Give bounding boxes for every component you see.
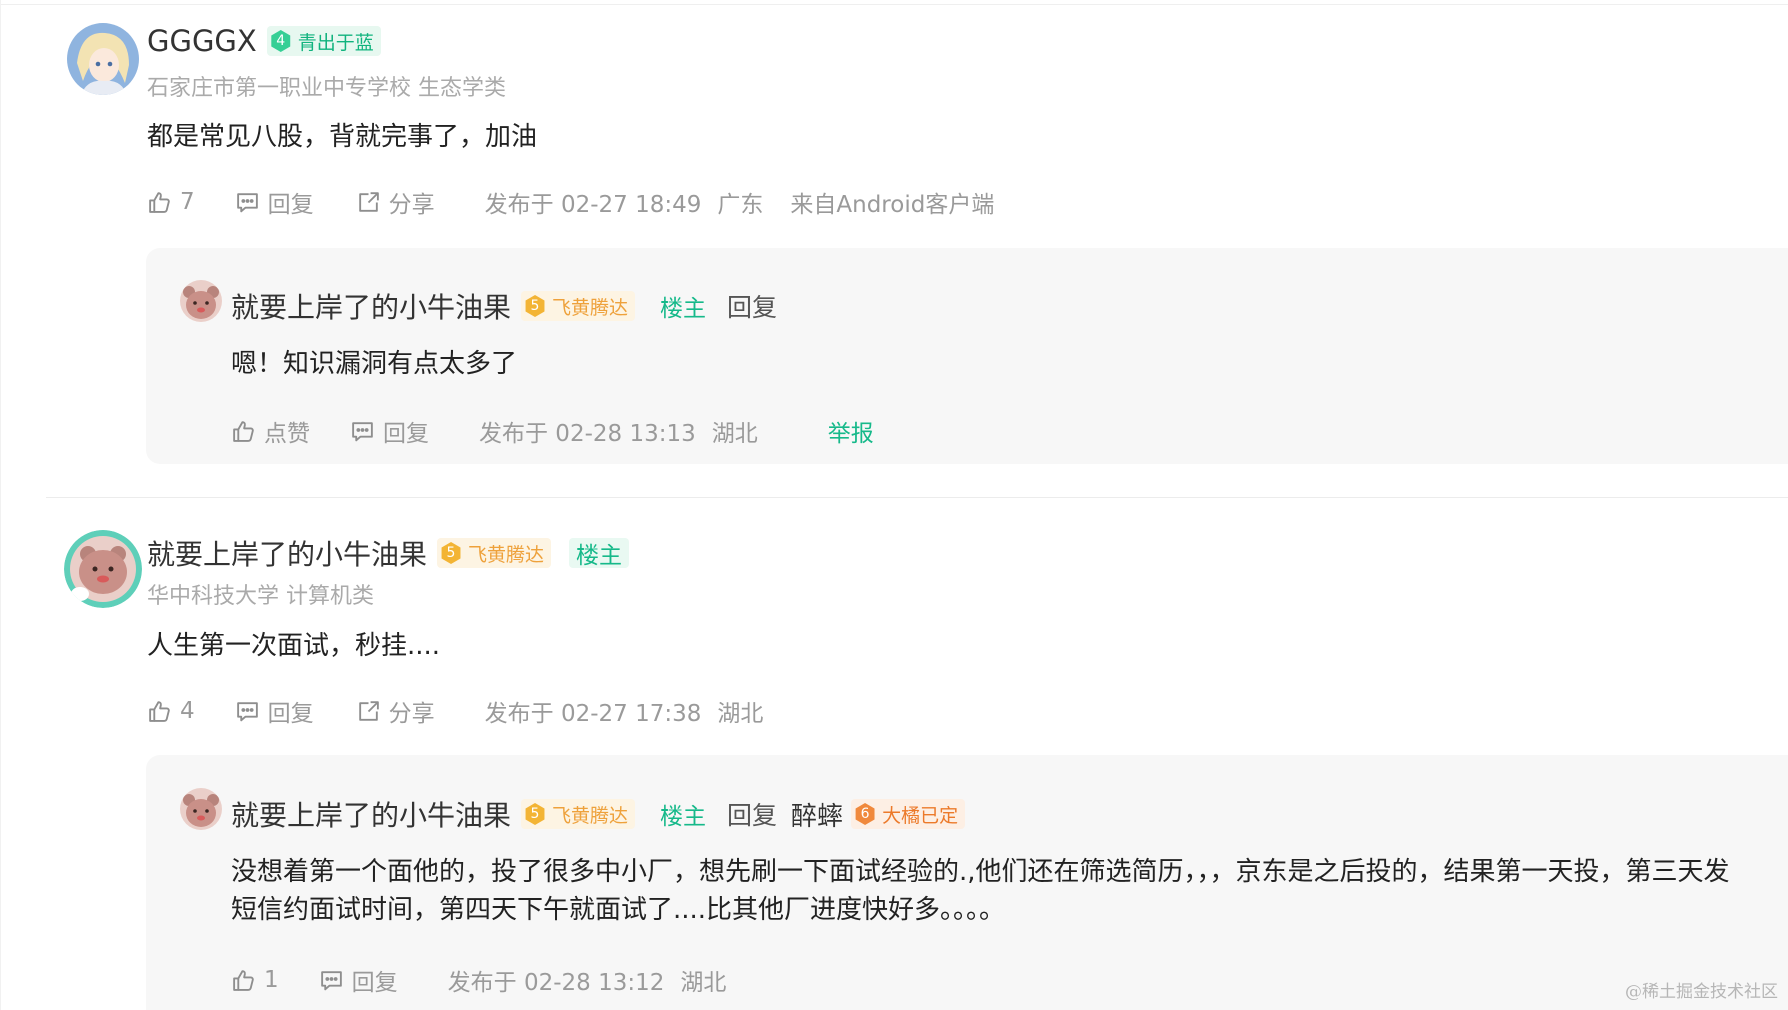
like-button[interactable]: 4 xyxy=(147,698,195,724)
thumbs-up-icon xyxy=(233,969,254,991)
reply-content: 没想着第一个面他的，投了很多中小厂，想先刷一下面试经验的.,他们还在筛选简历，，… xyxy=(231,857,1730,925)
level-icon: 5 xyxy=(441,542,461,564)
level-badge: 5 飞黄腾达 xyxy=(521,291,636,321)
level-title: 飞黄腾达 xyxy=(552,804,629,827)
author-line: GGGGX 4 青出于蓝 xyxy=(147,24,381,58)
reply-label: 回复 xyxy=(383,421,429,447)
reply-target-username[interactable]: 醉蟀 xyxy=(791,796,843,833)
level-title: 飞黄腾达 xyxy=(468,543,545,566)
reply-keyword: 回复 xyxy=(727,801,778,830)
level-title: 飞黄腾达 xyxy=(552,296,629,319)
like-count: 4 xyxy=(180,698,195,724)
comment-icon xyxy=(320,970,342,990)
author-line: 就要上岸了的小牛油果 5 飞黄腾达 楼主 xyxy=(147,533,630,573)
post-region: 湖北 xyxy=(711,421,758,447)
level-icon: 5 xyxy=(525,295,545,317)
level-badge: 6 大橘已定 xyxy=(851,799,966,829)
username[interactable]: 就要上岸了的小牛油果 xyxy=(147,533,427,573)
avatar[interactable] xyxy=(64,530,142,608)
share-icon xyxy=(358,700,379,721)
avatar[interactable] xyxy=(180,788,222,830)
comment-actions: 4 回复 分享 发布于 02-27 17:38 湖北 xyxy=(147,694,763,728)
like-button[interactable]: 7 xyxy=(147,189,195,215)
like-count: 1 xyxy=(264,967,279,993)
like-label: 点赞 xyxy=(264,421,310,447)
level-badge: 5 飞黄腾达 xyxy=(521,799,636,829)
post-client: 来自Android客户端 xyxy=(790,192,995,218)
post-time: 发布于 02-27 17:38 xyxy=(484,701,702,727)
post-region: 广东 xyxy=(717,192,764,218)
report-button[interactable]: 举报 xyxy=(828,414,874,448)
level-icon: 5 xyxy=(525,803,545,825)
reply-button[interactable]: 回复 xyxy=(235,185,314,219)
reply-content: 嗯！知识漏洞有点太多了 xyxy=(231,349,518,379)
author-line: 就要上岸了的小牛油果 5 飞黄腾达 楼主 回复 醉蟀 6 大橘已定 xyxy=(231,794,966,834)
like-button[interactable]: 1 xyxy=(231,967,279,993)
share-label: 分享 xyxy=(388,701,435,727)
level-icon: 4 xyxy=(271,30,291,52)
post-time: 发布于 02-28 13:13 xyxy=(479,421,696,447)
level-title: 青出于蓝 xyxy=(297,31,374,54)
reply-label: 回复 xyxy=(267,701,314,727)
share-button[interactable]: 分享 xyxy=(356,694,435,728)
reply-actions: 1 回复 发布于 02-28 13:12 湖北 xyxy=(231,963,726,997)
thumbs-up-icon xyxy=(149,700,170,722)
left-border xyxy=(0,0,1,1010)
post-time: 发布于 02-28 13:12 xyxy=(447,970,665,996)
reply-label: 回复 xyxy=(267,192,314,218)
reply-label: 回复 xyxy=(351,970,398,996)
share-label: 分享 xyxy=(388,192,435,218)
comment-divider xyxy=(46,497,1788,498)
thumbs-up-icon xyxy=(233,420,254,442)
comment-icon xyxy=(236,701,258,721)
post-region: 湖北 xyxy=(717,701,764,727)
share-icon xyxy=(358,191,379,212)
share-button[interactable]: 分享 xyxy=(356,185,435,219)
level-badge: 4 青出于蓝 xyxy=(266,26,381,56)
avatar[interactable] xyxy=(180,280,222,322)
reply-button[interactable]: 回复 xyxy=(319,963,398,997)
comment-content: 人生第一次面试，秒挂.... xyxy=(147,631,441,661)
author-school: 华中科技大学 计算机类 xyxy=(147,584,374,609)
thumbs-up-icon xyxy=(149,191,170,213)
reply-button[interactable]: 回复 xyxy=(350,414,429,448)
owner-tag: 楼主 xyxy=(569,538,630,569)
watermark: @稀土掘金技术社区 xyxy=(1625,982,1778,1002)
avatar[interactable] xyxy=(67,23,139,95)
level-icon: 6 xyxy=(855,803,875,825)
level-badge: 5 飞黄腾达 xyxy=(437,538,552,568)
post-time: 发布于 02-27 18:49 xyxy=(484,192,702,218)
username[interactable]: 就要上岸了的小牛油果 xyxy=(231,286,511,326)
username[interactable]: 就要上岸了的小牛油果 xyxy=(231,794,511,834)
comment-icon xyxy=(352,421,373,441)
reply-button[interactable]: 回复 xyxy=(235,694,314,728)
username[interactable]: GGGGX xyxy=(147,24,257,58)
top-divider xyxy=(0,4,1788,5)
author-school: 石家庄市第一职业中专学校 生态学类 xyxy=(147,76,506,101)
owner-tag: 楼主 xyxy=(660,296,707,322)
author-line: 就要上岸了的小牛油果 5 飞黄腾达 楼主 回复 xyxy=(231,286,777,326)
post-region: 湖北 xyxy=(680,970,727,996)
like-button[interactable]: 点赞 xyxy=(231,414,310,448)
reply-actions: 点赞 回复 发布于 02-28 13:13 湖北 举报 xyxy=(231,414,874,448)
reply-keyword: 回复 xyxy=(727,293,778,322)
comment-thread: GGGGX 4 青出于蓝 石家庄市第一职业中专学校 生态学类 都是常见八股，背就… xyxy=(0,0,1788,1010)
comment-icon xyxy=(236,192,258,212)
level-title: 大橘已定 xyxy=(882,804,959,827)
like-count: 7 xyxy=(180,189,195,215)
comment-actions: 7 回复 分享 发布于 02-27 18:49 广东 来自Android客户端 xyxy=(147,185,994,219)
comment-content: 都是常见八股，背就完事了，加油 xyxy=(147,122,538,152)
owner-tag: 楼主 xyxy=(660,804,707,830)
